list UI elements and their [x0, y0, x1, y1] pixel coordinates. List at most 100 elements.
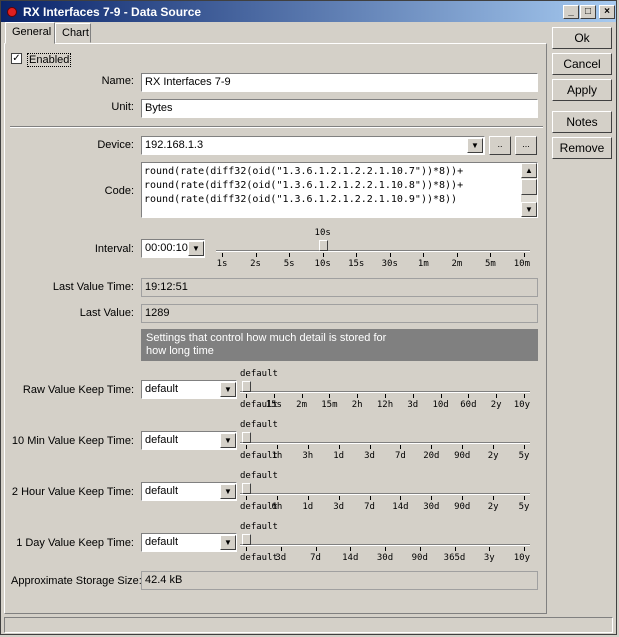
enabled-label: Enabled	[27, 53, 72, 67]
slider-tick-label: 3d	[364, 451, 375, 461]
slider-thumb[interactable]	[242, 483, 251, 494]
scroll-thumb[interactable]	[521, 179, 537, 195]
enabled-checkbox[interactable]: ✓	[11, 53, 22, 64]
slider-tick	[246, 547, 247, 551]
slider-track[interactable]	[240, 391, 530, 393]
keep-time-slider[interactable]: default 3d 7d 14d 30d 90d 365d 3y 10y default	[240, 522, 530, 564]
slider-tick-label: 3d	[333, 502, 345, 512]
slider-tick-label: 5m	[485, 259, 496, 269]
slider-track[interactable]	[240, 544, 530, 546]
slider-tick-label: 5y	[518, 502, 530, 512]
slider-tick	[246, 445, 247, 449]
minimize-icon[interactable]: _	[563, 5, 579, 19]
slider-tick-label: 1d	[333, 451, 345, 461]
notes-button[interactable]: Notes	[552, 111, 612, 133]
interval-slider[interactable]: 1s 2s 5s 10s 15s 30s 1m 2m 5m 10m 10s	[216, 228, 530, 270]
interval-label: Interval:	[94, 243, 134, 255]
slider-tick	[524, 253, 525, 257]
slider-thumb[interactable]	[242, 534, 251, 545]
slider-tick-label: 15s	[265, 400, 282, 410]
device-more-button[interactable]: ...	[515, 136, 537, 155]
slider-tick	[356, 253, 358, 257]
slider-track[interactable]	[216, 250, 530, 252]
keep-time-slider[interactable]: default 15s 2m 15m 2h 12h 3d 10d 60d 2y 10y default	[240, 369, 530, 411]
scroll-down-icon[interactable]: ▼	[521, 202, 537, 217]
name-input[interactable]: RX Interfaces 7-9	[141, 73, 538, 92]
close-icon[interactable]: ×	[599, 5, 615, 19]
device-dropdown-icon[interactable]: ▼	[467, 138, 483, 153]
slider-tick-label: 3y	[483, 553, 495, 563]
remove-button[interactable]: Remove	[552, 137, 612, 159]
code-label: Code:	[104, 185, 134, 197]
interval-dropdown-icon[interactable]: ▼	[188, 241, 204, 256]
maximize-icon[interactable]: □	[580, 5, 596, 19]
slider-tick	[307, 496, 309, 500]
cancel-button[interactable]: Cancel	[552, 53, 612, 75]
slider-tick-label: 365d	[443, 553, 466, 563]
slider-tick	[400, 445, 402, 449]
keep-time-label: 10 Min Value Keep Time:	[11, 435, 134, 447]
slider-thumb[interactable]	[242, 432, 251, 443]
keep-time-dropdown-icon[interactable]: ▼	[220, 535, 236, 550]
slider-current-label: default	[240, 522, 278, 532]
slider-tick	[524, 394, 525, 398]
slider-tick-label: 3h	[302, 451, 314, 461]
slider-tick-label: 10d	[432, 400, 449, 410]
slider-thumb[interactable]	[318, 240, 328, 251]
slider-thumb[interactable]	[242, 381, 251, 392]
slider-tick	[423, 253, 425, 257]
slider-current-label: default	[240, 420, 278, 430]
slider-tick	[496, 394, 498, 398]
keep-time-label: 1 Day Value Keep Time:	[16, 537, 134, 549]
slider-tick-label: 90d	[411, 553, 428, 563]
slider-tick	[369, 496, 371, 500]
slider-tick	[456, 253, 458, 257]
slider-tick-label: 3d	[275, 553, 287, 563]
slider-tick-label: default	[240, 553, 278, 563]
code-scrollbar[interactable]: ▲ ▼	[521, 163, 537, 217]
slider-tick	[329, 394, 331, 398]
divider	[10, 126, 543, 128]
keep-time-slider[interactable]: default 1h 3h 1d 3d 7d 20d 90d 2y 5y default	[240, 420, 530, 462]
slider-tick-label: 10m	[513, 259, 530, 269]
info-box: Settings that control how much detail is…	[141, 329, 538, 361]
slider-tick	[322, 253, 324, 257]
last-value-label: Last Value:	[79, 307, 134, 319]
keep-time-slider[interactable]: default 6h 1d 3d 7d 14d 30d 90d 2y 5y default	[240, 471, 530, 513]
slider-tick	[385, 394, 386, 398]
slider-track[interactable]	[240, 442, 530, 444]
device-select[interactable]: 192.168.1.3	[141, 136, 485, 155]
name-label: Name:	[101, 75, 134, 87]
slider-tick	[489, 547, 491, 551]
slider-tick-label: 2y	[490, 400, 502, 410]
slider-track[interactable]	[240, 493, 530, 495]
keep-time-dropdown-icon[interactable]: ▼	[220, 484, 236, 499]
slider-tick	[289, 253, 291, 257]
code-line: round(rate(diff32(oid("1.3.6.1.2.1.2.2.1…	[144, 166, 464, 177]
slider-tick	[338, 496, 340, 500]
slider-tick	[493, 445, 495, 449]
tab-chart[interactable]: Chart	[55, 23, 91, 43]
device-browse-button[interactable]: ..	[489, 136, 511, 155]
slider-tick-label: 30d	[423, 502, 440, 512]
slider-tick-label: 14d	[392, 502, 409, 512]
slider-tick	[431, 445, 433, 449]
slider-tick	[276, 496, 278, 500]
title-bar[interactable]: RX Interfaces 7-9 - Data Source _ □ ×	[1, 1, 616, 22]
unit-input[interactable]: Bytes	[141, 99, 538, 118]
slider-tick-label: 10s	[314, 259, 331, 269]
slider-tick	[490, 253, 492, 257]
last-value-value: 1289	[141, 304, 538, 323]
ok-button[interactable]: Ok	[552, 27, 612, 49]
scroll-up-icon[interactable]: ▲	[521, 163, 537, 178]
keep-time-dropdown-icon[interactable]: ▼	[220, 433, 236, 448]
tab-general[interactable]: General	[5, 22, 55, 44]
slider-tick	[338, 445, 340, 449]
device-label: Device:	[97, 139, 134, 151]
code-textarea[interactable]: round(rate(diff32(oid("1.3.6.1.2.1.2.2.1…	[141, 162, 538, 218]
apply-button[interactable]: Apply	[552, 79, 612, 101]
slider-tick	[273, 394, 275, 398]
keep-time-dropdown-icon[interactable]: ▼	[220, 382, 236, 397]
keep-time-value: default	[145, 383, 179, 395]
slider-tick-label: 30d	[376, 553, 394, 563]
